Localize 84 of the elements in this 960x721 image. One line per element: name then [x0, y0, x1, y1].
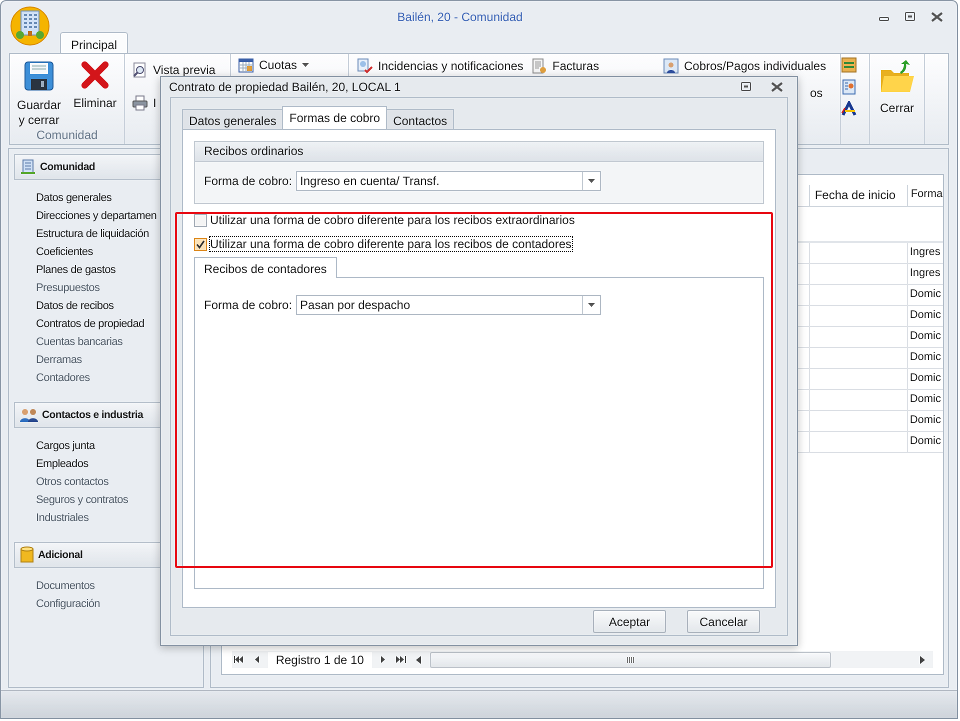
nav-link[interactable]: Empleados: [36, 455, 88, 473]
table-cell: Domic: [906, 411, 943, 431]
nav-link[interactable]: Industriales: [36, 509, 89, 527]
tax-agency-icon: [841, 101, 857, 117]
person-card-icon: [663, 58, 679, 74]
close-icon[interactable]: [931, 12, 943, 22]
section-title: Contactos e industria: [42, 409, 144, 421]
dropdown-arrow-icon: [588, 179, 596, 184]
invoice-icon: [531, 58, 548, 74]
printer-icon: [132, 95, 148, 111]
table-cell: Domic: [906, 348, 943, 368]
ribbon-link[interactable]: Incidencias y notificaciones: [357, 58, 524, 74]
close-ribbon-button[interactable]: Cerrar: [875, 54, 919, 116]
ribbon-button[interactable]: I: [132, 95, 156, 111]
group-label: Comunidad: [35, 128, 99, 142]
dropdown-button[interactable]: Cuotas: [238, 57, 310, 73]
checkbox[interactable]: [194, 238, 207, 251]
document-check-icon: [357, 58, 373, 74]
checkbox-label[interactable]: Utilizar una forma de cobro diferente para los recibos extraordinarios: [210, 213, 575, 228]
nav-link[interactable]: Estructura de liquidación: [36, 225, 149, 243]
checkbox[interactable]: [194, 214, 207, 227]
nav-link[interactable]: Configuración: [36, 595, 100, 613]
dialog-button[interactable]: Cancelar: [687, 610, 760, 634]
table-cell: Domic: [906, 369, 943, 389]
table-cell: Ingres: [906, 264, 943, 284]
table-cell: Domic: [906, 327, 943, 347]
nav-link[interactable]: Datos de recibos: [36, 297, 114, 315]
people-icon: [20, 407, 38, 423]
building-logo-icon[interactable]: [10, 6, 50, 46]
dialog-button[interactable]: Aceptar: [593, 610, 666, 634]
nav-link[interactable]: Direcciones y departamen: [36, 207, 157, 225]
delete-x-icon: [80, 60, 110, 90]
field-label: Forma de cobro:: [204, 298, 292, 312]
nav-link[interactable]: Otros contactos: [36, 473, 109, 491]
field-label: Forma de cobro:: [204, 174, 292, 188]
payment-method-dropdown[interactable]: Ingreso en cuenta/ Transf.: [296, 171, 602, 192]
nav-link[interactable]: Presupuestos: [36, 279, 100, 297]
table-cell: Ingres: [906, 243, 943, 263]
table-cell: Domic: [906, 390, 943, 410]
ribbon-button[interactable]: Guardar y cerrar: [14, 54, 64, 128]
nav-link[interactable]: Contratos de propiedad: [36, 315, 144, 333]
checkbox-label[interactable]: Utilizar una forma de cobro diferente para los recibos de contadores: [210, 237, 572, 252]
nav-link[interactable]: Planes de gastos: [36, 261, 116, 279]
column-header[interactable]: Forma: [906, 185, 943, 206]
restore-icon[interactable]: [905, 12, 915, 22]
column-header[interactable]: Fecha de inicio: [808, 185, 907, 206]
table-cell: Domic: [906, 285, 943, 305]
scrollbar-thumb[interactable]: [430, 652, 831, 668]
dropdown-arrow-icon: [588, 303, 596, 308]
page-magnifier-icon: [132, 62, 148, 78]
dialog-tab[interactable]: Contactos: [386, 109, 454, 130]
building-icon: [20, 159, 36, 175]
record-counter: Registro 1 de 10: [268, 652, 372, 668]
cylinder-icon: [20, 546, 34, 564]
group-title: Recibos ordinarios: [195, 142, 763, 162]
dialog-title: Contrato de propiedad Bailén, 20, LOCAL 1: [169, 80, 402, 94]
table-cell: Domic: [906, 432, 943, 452]
nav-link[interactable]: Contadores: [36, 369, 90, 387]
payment-method-dropdown[interactable]: Pasan por despacho: [296, 295, 602, 316]
window-title: Bailén, 20 - Comunidad: [396, 10, 524, 24]
section-tab[interactable]: Recibos de contadores: [194, 257, 337, 278]
nav-link[interactable]: Datos generales: [36, 189, 112, 207]
section-title: Comunidad: [40, 161, 96, 173]
nav-link[interactable]: Cuentas bancarias: [36, 333, 123, 351]
transfer-icon: [841, 57, 857, 73]
table-cell: Domic: [906, 306, 943, 326]
certificate-icon: [841, 79, 857, 95]
dialog-tab[interactable]: Formas de cobro: [282, 106, 388, 130]
restore-icon[interactable]: [741, 82, 751, 92]
ribbon-tab[interactable]: Principal: [60, 32, 128, 53]
ribbon-button[interactable]: os: [810, 86, 840, 100]
close-icon[interactable]: [771, 82, 783, 92]
caret-icon: [302, 63, 310, 67]
nav-link[interactable]: Cargos junta: [36, 437, 95, 455]
ribbon-link[interactable]: Cobros/Pagos individuales: [663, 58, 826, 74]
nav-link[interactable]: Seguros y contratos: [36, 491, 128, 509]
nav-link[interactable]: Documentos: [36, 577, 95, 595]
nav-link[interactable]: Coeficientes: [36, 243, 93, 261]
section-title: Adicional: [38, 549, 83, 561]
nav-link[interactable]: Derramas: [36, 351, 82, 369]
dialog-tab[interactable]: Datos generales: [182, 109, 284, 130]
ribbon-button[interactable]: Eliminar: [68, 54, 122, 128]
calendar-icon: [238, 57, 254, 73]
ribbon-link[interactable]: Facturas: [531, 58, 600, 74]
